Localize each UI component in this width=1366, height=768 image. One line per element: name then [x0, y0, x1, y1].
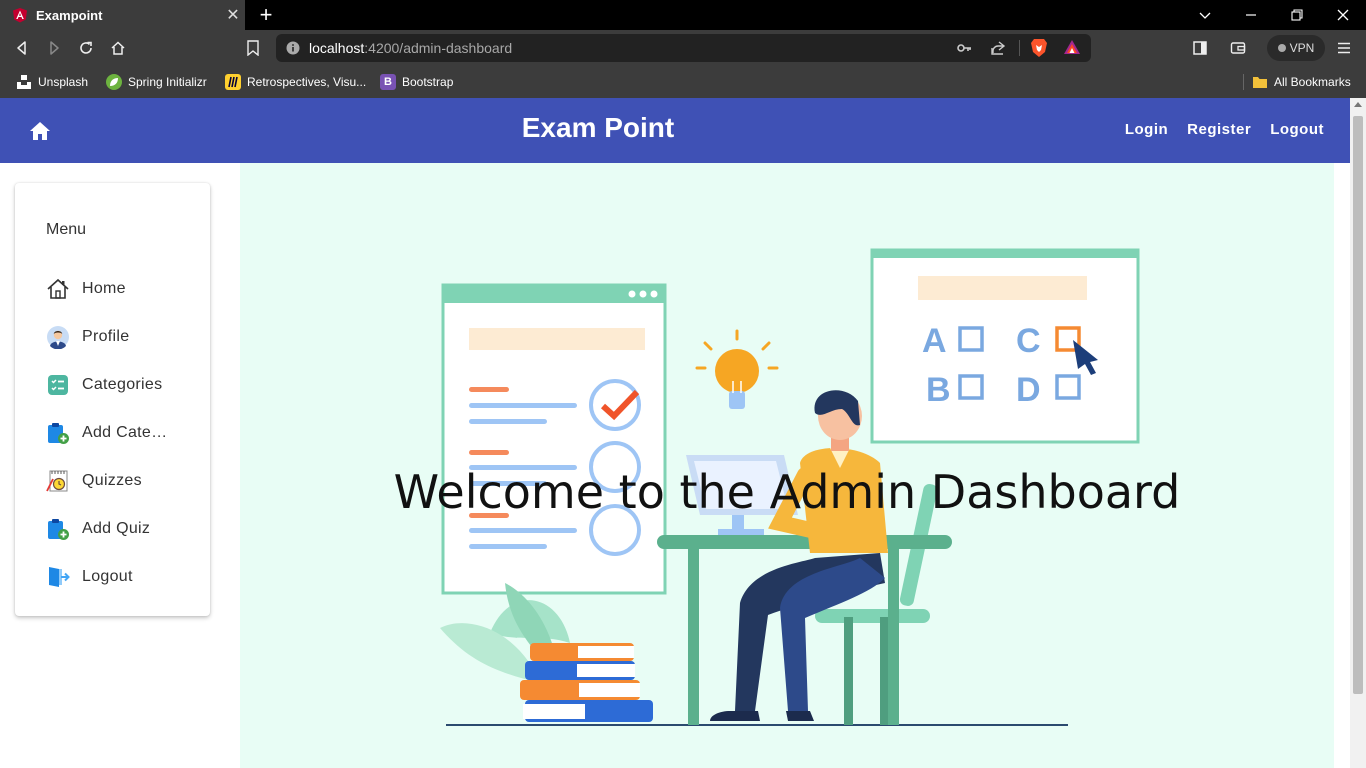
- app-brand-title: Exam Point: [521, 112, 675, 143]
- menu-item-add-category[interactable]: Add Categ…: [46, 409, 174, 457]
- quiz-window: A C B D: [870, 248, 1140, 444]
- sidebar-toggle-icon[interactable]: [1188, 36, 1212, 60]
- browser-toolbar: localhost:4200/admin-dashboard VPN: [0, 30, 1366, 66]
- home-browser-icon[interactable]: [106, 36, 130, 60]
- new-tab-button[interactable]: +: [252, 2, 280, 28]
- quiz-letter-a: A: [922, 322, 947, 360]
- forward-icon[interactable]: [42, 36, 66, 60]
- bookmark-retrospectives[interactable]: Retrospectives, Visu...: [225, 72, 366, 92]
- quiz-letter-c: C: [1016, 322, 1041, 360]
- scroll-up-arrow-icon[interactable]: [1354, 102, 1362, 107]
- nav-register-link[interactable]: Register: [1187, 121, 1251, 138]
- reload-icon[interactable]: [74, 36, 98, 60]
- tab-title: Exampoint: [36, 7, 103, 23]
- welcome-heading: Welcome to the Admin Dashboard: [393, 465, 1181, 519]
- bookmark-label: Spring Initializr: [128, 75, 207, 89]
- menu-item-logout[interactable]: Logout: [46, 553, 174, 601]
- address-divider: [1019, 40, 1020, 56]
- lightbulb: [695, 329, 779, 409]
- profile-avatar-icon: [46, 325, 70, 349]
- page-scrollbar[interactable]: [1350, 98, 1366, 768]
- browser-tab[interactable]: Exampoint ✕: [0, 0, 245, 30]
- menu-item-label: Logout: [82, 568, 133, 585]
- bookmark-label: Retrospectives, Visu...: [247, 75, 367, 89]
- url-path: :4200/admin-dashboard: [364, 40, 513, 56]
- nav-login-link[interactable]: Login: [1125, 121, 1168, 138]
- close-window-icon[interactable]: [1320, 0, 1366, 30]
- add-clipboard-icon: [46, 421, 70, 445]
- menu-item-label: Categories: [82, 376, 163, 393]
- menu-title: Menu: [46, 221, 87, 238]
- menu-item-categories[interactable]: Categories: [46, 361, 174, 409]
- bookmark-unsplash[interactable]: Unsplash: [16, 72, 88, 92]
- bookmark-bootstrap[interactable]: B Bootstrap: [380, 72, 453, 92]
- minimize-icon[interactable]: [1228, 0, 1274, 30]
- back-icon[interactable]: [10, 36, 34, 60]
- add-clipboard-icon: [46, 517, 70, 541]
- vpn-label: VPN: [1289, 41, 1315, 55]
- vpn-status-icon: [1277, 44, 1286, 52]
- restore-icon[interactable]: [1274, 0, 1320, 30]
- nav-links: Login Register Logout: [1125, 121, 1324, 138]
- page-viewport: Exam Point Login Register Logout Menu Ho…: [0, 98, 1350, 768]
- browser-titlebar: Exampoint ✕ +: [0, 0, 1366, 30]
- url-text[interactable]: localhost:4200/admin-dashboard: [309, 40, 512, 56]
- logout-door-icon: [46, 565, 70, 589]
- menu-item-label: Home: [82, 280, 126, 297]
- bookmark-spring[interactable]: Spring Initializr: [106, 72, 207, 92]
- quiz-letter-d: D: [1016, 371, 1041, 409]
- share-icon[interactable]: [990, 40, 1006, 61]
- person: [710, 390, 888, 721]
- angular-favicon-icon: [13, 8, 27, 23]
- menu-item-label: Quizzes: [82, 472, 142, 489]
- tab-search-chevron-icon[interactable]: [1182, 0, 1228, 30]
- menu-item-label: Add Categ…: [82, 424, 174, 441]
- checklist-window: [441, 283, 667, 595]
- bookmarks-divider: [1243, 74, 1244, 90]
- dashboard-content: A C B D Welcome to the Admin Dashboard: [240, 163, 1334, 768]
- brave-rewards-icon[interactable]: [1063, 39, 1081, 60]
- browser-menu-icon[interactable]: [1332, 36, 1356, 60]
- bookmark-label: Unsplash: [38, 75, 89, 89]
- book-stack: [520, 643, 653, 722]
- bootstrap-icon: B: [380, 74, 396, 90]
- miro-icon: [225, 74, 241, 90]
- all-bookmarks-label: All Bookmarks: [1274, 75, 1351, 89]
- url-host: localhost: [309, 40, 365, 56]
- menu-item-label: Add Quiz: [82, 520, 151, 537]
- brave-shields-icon[interactable]: [1030, 38, 1048, 63]
- categories-icon: [46, 373, 70, 397]
- bookmarks-bar: Unsplash Spring Initializr Retrospective…: [0, 66, 1366, 98]
- site-info-icon[interactable]: [286, 41, 300, 55]
- password-key-icon[interactable]: [956, 40, 972, 61]
- sidebar-menu-card: Menu Home Profile Categories Add Categ… …: [15, 183, 210, 616]
- wallet-icon[interactable]: [1226, 36, 1250, 60]
- menu-item-label: Profile: [82, 328, 130, 345]
- menu-list: Home Profile Categories Add Categ… Quizz…: [46, 265, 174, 601]
- all-bookmarks[interactable]: All Bookmarks: [1252, 72, 1351, 92]
- spring-icon: [106, 74, 122, 90]
- bookmark-icon[interactable]: [241, 36, 265, 60]
- menu-item-profile[interactable]: Profile: [46, 313, 174, 361]
- folder-icon: [1252, 74, 1268, 90]
- scroll-thumb[interactable]: [1353, 116, 1363, 694]
- vpn-button[interactable]: VPN: [1267, 35, 1325, 61]
- quiz-timer-icon: [46, 469, 70, 493]
- house-icon: [46, 277, 70, 301]
- menu-item-quizzes[interactable]: Quizzes: [46, 457, 174, 505]
- quiz-letter-b: B: [926, 371, 951, 409]
- nav-logout-link[interactable]: Logout: [1270, 121, 1324, 138]
- menu-item-add-quiz[interactable]: Add Quiz: [46, 505, 174, 553]
- menu-item-home[interactable]: Home: [46, 265, 174, 313]
- bookmark-label: Bootstrap: [402, 75, 454, 89]
- tab-close-icon[interactable]: ✕: [221, 5, 245, 25]
- app-navbar: Exam Point Login Register Logout: [0, 98, 1350, 163]
- unsplash-icon: [16, 74, 32, 90]
- address-bar[interactable]: localhost:4200/admin-dashboard: [276, 34, 1091, 62]
